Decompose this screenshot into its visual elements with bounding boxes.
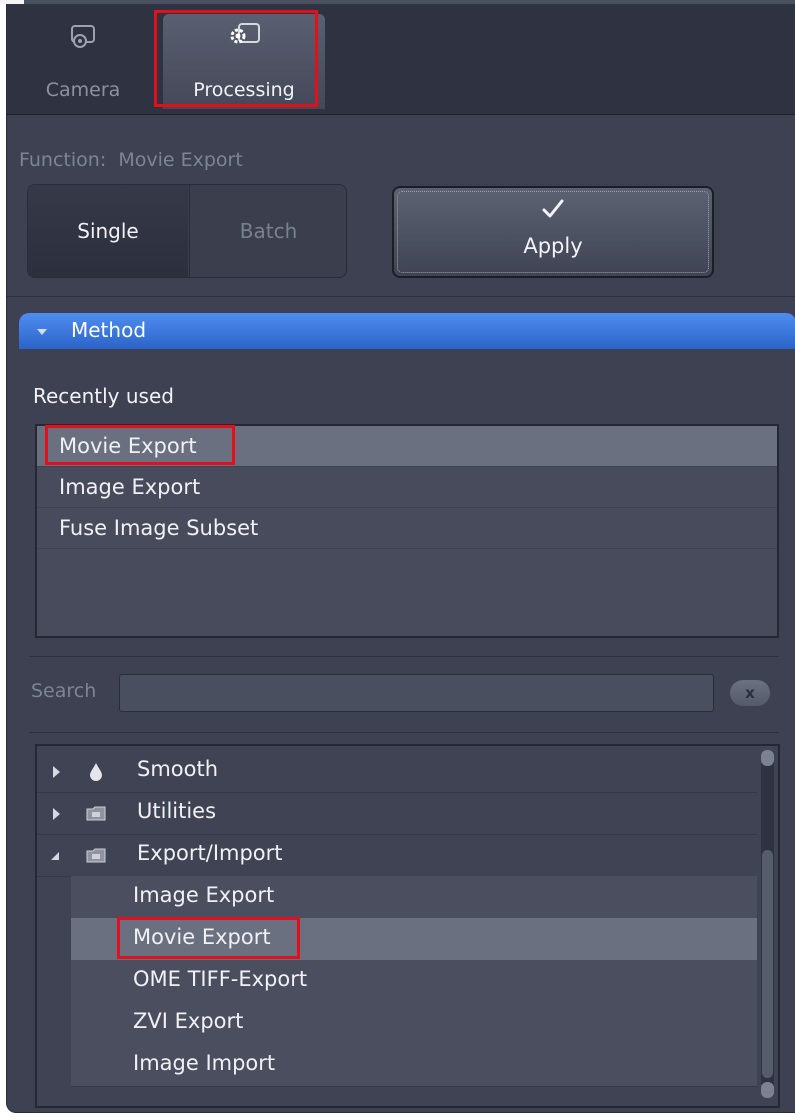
method-title: Method xyxy=(71,318,147,342)
tree-category-label: Utilities xyxy=(137,799,217,823)
expand-arrow-icon[interactable] xyxy=(53,808,60,820)
folder-icon xyxy=(86,806,106,821)
apply-button[interactable]: Apply xyxy=(392,186,714,278)
tab-camera-label: Camera xyxy=(45,79,121,101)
collapse-triangle-icon xyxy=(37,329,47,335)
tree-item-label: ZVI Export xyxy=(133,1009,244,1033)
search-input[interactable] xyxy=(119,674,714,712)
highlight-box xyxy=(45,425,235,465)
divider xyxy=(7,296,795,297)
checkmark-icon xyxy=(542,199,564,218)
recently-used-label: Recently used xyxy=(33,384,174,408)
recent-item-image-export[interactable]: Image Export xyxy=(37,467,777,508)
tree-category-export-import[interactable]: Export/Import xyxy=(37,834,757,877)
tree-item-label: Image Export xyxy=(133,883,275,907)
function-label-text: Function: xyxy=(19,149,107,171)
tree-category-utilities[interactable]: Utilities xyxy=(37,792,757,835)
mode-single-button[interactable]: Single xyxy=(28,185,188,277)
mode-batch-button[interactable]: Batch xyxy=(189,185,346,277)
camera-icon xyxy=(71,25,95,48)
tree-item-label: Image Import xyxy=(133,1051,276,1075)
scroll-thumb[interactable] xyxy=(762,850,773,1078)
function-value: Movie Export xyxy=(118,149,243,171)
mode-selector: Single Batch xyxy=(27,184,347,278)
method-section-header[interactable]: Method xyxy=(19,313,795,349)
tree-item-image-export[interactable]: Image Export xyxy=(71,876,757,919)
search-label: Search xyxy=(31,680,97,702)
highlight-box xyxy=(154,10,318,107)
folder-icon xyxy=(86,848,106,863)
divider xyxy=(29,656,779,657)
tree-item-label: OME TIFF-Export xyxy=(133,967,308,991)
tree-category-smooth[interactable]: Smooth xyxy=(37,750,757,793)
apply-label: Apply xyxy=(523,234,583,258)
tab-strip: Camera Processing xyxy=(7,4,795,115)
tree-item-image-import[interactable]: Image Import xyxy=(71,1044,757,1087)
tree-item-ome-tiff-export[interactable]: OME TIFF-Export xyxy=(71,960,757,1003)
tab-camera[interactable]: Camera xyxy=(27,14,139,109)
function-label: Function: Movie Export xyxy=(19,149,243,171)
expand-arrow-icon[interactable] xyxy=(53,766,60,778)
tree-category-label: Smooth xyxy=(137,757,219,781)
tree-category-label: Export/Import xyxy=(137,841,283,865)
scroll-up-button[interactable] xyxy=(761,750,774,766)
highlight-box xyxy=(117,917,300,959)
scroll-down-button[interactable] xyxy=(761,1082,774,1098)
collapse-arrow-icon[interactable] xyxy=(51,852,59,860)
drop-icon xyxy=(90,763,102,781)
tree-item-zvi-export[interactable]: ZVI Export xyxy=(71,1002,757,1045)
search-clear-button[interactable]: x xyxy=(730,680,770,706)
tree-scrollbar[interactable] xyxy=(761,750,774,1098)
divider xyxy=(29,732,779,733)
recent-item-fuse-image-subset[interactable]: Fuse Image Subset xyxy=(37,508,777,549)
